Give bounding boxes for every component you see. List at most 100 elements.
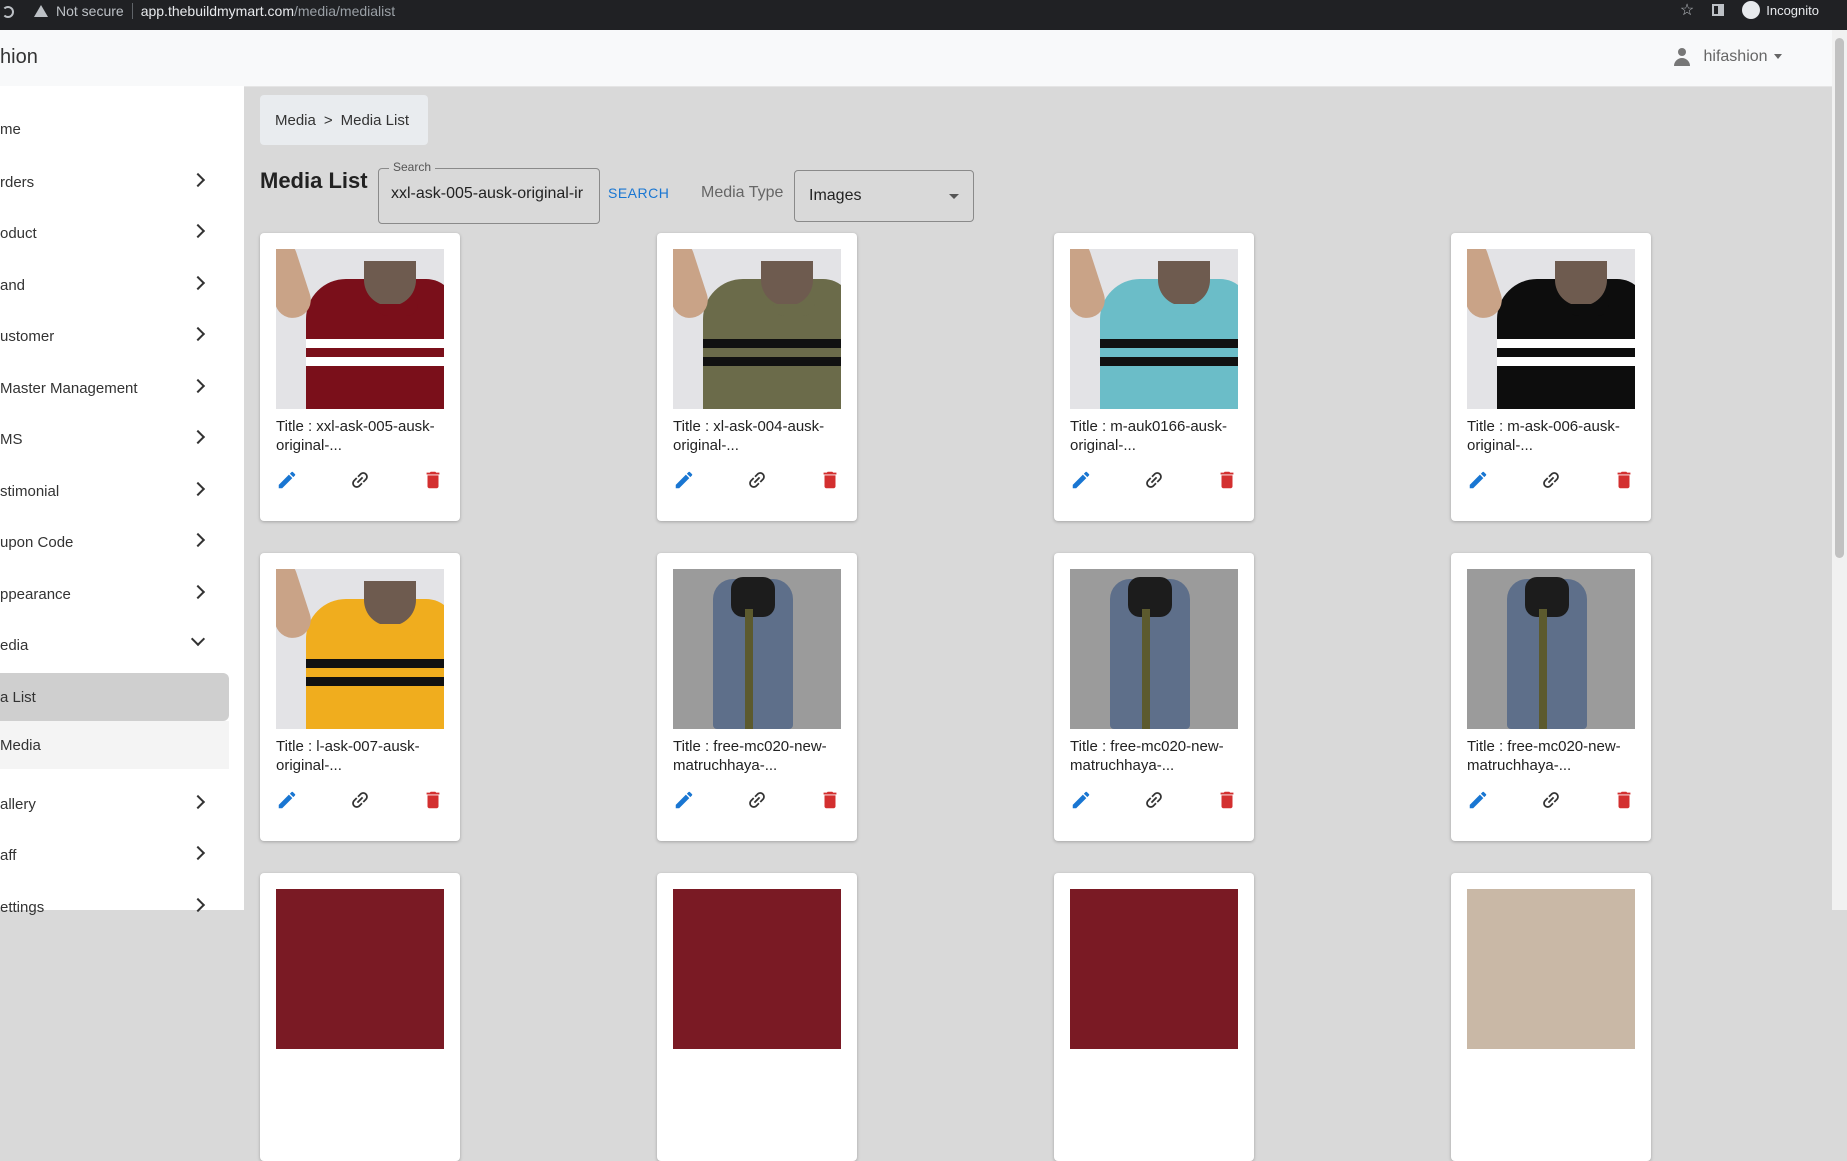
sidebar-item-master-management[interactable]: Master Management	[0, 363, 229, 413]
media-thumbnail[interactable]	[1467, 569, 1635, 729]
media-title: Title : xl-ask-004-ausk-original-...	[673, 418, 825, 454]
trash-icon[interactable]	[422, 469, 444, 496]
chevron-right-icon	[190, 223, 206, 239]
scrollbar-thumb[interactable]	[1835, 38, 1844, 558]
media-thumbnail[interactable]	[673, 889, 841, 1049]
edit-icon[interactable]	[1070, 469, 1092, 496]
media-thumbnail[interactable]	[1070, 569, 1238, 729]
link-icon[interactable]	[349, 789, 371, 816]
media-thumbnail[interactable]	[673, 569, 841, 729]
edit-icon[interactable]	[276, 469, 298, 496]
sidebar-subitem-media-list[interactable]: a List	[0, 673, 229, 721]
media-thumbnail[interactable]	[673, 249, 841, 409]
sidebar-item-settings[interactable]: ettings	[0, 882, 229, 932]
media-card: Title : xxl-ask-005-ausk-original-...	[260, 233, 460, 521]
sidebar-item-label: MS	[0, 430, 23, 448]
sidebar-item-label: me	[0, 120, 21, 138]
breadcrumb-current: Media List	[340, 111, 409, 129]
link-icon[interactable]	[746, 789, 768, 816]
search-button[interactable]: SEARCH	[608, 185, 669, 201]
media-thumbnail[interactable]	[1070, 889, 1238, 1049]
sidebar-item-orders[interactable]: rders	[0, 157, 229, 207]
reload-icon[interactable]	[2, 6, 14, 18]
media-card: Title : m-auk0166-ausk-original-...	[1054, 233, 1254, 521]
user-menu[interactable]: hifashion	[1673, 48, 1782, 66]
link-icon[interactable]	[1143, 469, 1165, 496]
bookmark-star-icon[interactable]: ☆	[1680, 0, 1694, 20]
chevron-right-icon	[190, 532, 206, 548]
media-card: Title : l-ask-007-ausk-original-...	[260, 553, 460, 841]
media-type-select[interactable]: Images	[794, 170, 974, 222]
chevron-right-icon	[190, 326, 206, 342]
chevron-right-icon	[190, 429, 206, 445]
sidebar-item-appearance[interactable]: ppearance	[0, 569, 229, 619]
incognito-indicator[interactable]: Incognito	[1742, 1, 1819, 19]
edit-icon[interactable]	[673, 789, 695, 816]
search-input[interactable]	[391, 185, 587, 203]
media-thumbnail[interactable]	[276, 889, 444, 1049]
sidebar-item-label: and	[0, 276, 26, 294]
link-icon[interactable]	[746, 469, 768, 496]
edit-icon[interactable]	[1467, 469, 1489, 496]
edit-icon[interactable]	[1070, 789, 1092, 816]
media-card: Title : free-mc020-new-matruchhaya-...	[657, 553, 857, 841]
trash-icon[interactable]	[819, 469, 841, 496]
trash-icon[interactable]	[1216, 469, 1238, 496]
trash-icon[interactable]	[1613, 789, 1635, 816]
link-icon[interactable]	[1540, 469, 1562, 496]
sidebar-item-customer[interactable]: ustomer	[0, 311, 229, 361]
media-thumbnail[interactable]	[1467, 249, 1635, 409]
media-type-label: Media Type	[701, 184, 784, 201]
sidebar-subitem-add-media[interactable]: Media	[0, 721, 229, 769]
media-title: Title : m-auk0166-ausk-original-...	[1070, 418, 1228, 454]
sidebar-item-home[interactable]: me	[0, 104, 229, 154]
media-thumbnail[interactable]	[276, 569, 444, 729]
link-icon[interactable]	[1143, 789, 1165, 816]
edit-icon[interactable]	[673, 469, 695, 496]
media-type-value: Images	[809, 187, 862, 204]
search-label: Search	[389, 160, 436, 174]
sidebar-item-label: upon Code	[0, 533, 74, 551]
media-card	[657, 873, 857, 1161]
browser-toolbar: Not secure app.thebuildmymart.com /media…	[0, 0, 1847, 30]
sidebar-item-brand[interactable]: and	[0, 260, 229, 310]
trash-icon[interactable]	[422, 789, 444, 816]
trash-icon[interactable]	[1613, 469, 1635, 496]
trash-icon[interactable]	[819, 789, 841, 816]
brand-name[interactable]: hion	[0, 46, 38, 69]
link-icon[interactable]	[1540, 789, 1562, 816]
username: hifashion	[1703, 48, 1768, 65]
link-icon[interactable]	[349, 469, 371, 496]
sidebar-item-label: Master Management	[0, 379, 138, 397]
sidebar-item-media[interactable]: edia	[0, 620, 229, 670]
chevron-right-icon	[190, 275, 206, 291]
sidebar-item-coupon-code[interactable]: upon Code	[0, 517, 229, 567]
page-scrollbar[interactable]	[1832, 30, 1847, 910]
sidebar-item-label: allery	[0, 795, 36, 813]
media-thumbnail[interactable]	[1467, 889, 1635, 1049]
url-path: /media/medialist	[294, 3, 396, 19]
search-field[interactable]: Search	[378, 160, 600, 224]
edit-icon[interactable]	[1467, 789, 1489, 816]
breadcrumb-separator: >	[323, 111, 333, 129]
media-thumbnail[interactable]	[276, 249, 444, 409]
media-thumbnail[interactable]	[1070, 249, 1238, 409]
sidebar-item-cms[interactable]: MS	[0, 414, 229, 464]
chevron-right-icon	[190, 481, 206, 497]
breadcrumb-root[interactable]: Media	[275, 112, 316, 129]
media-title: Title : free-mc020-new-matruchhaya-...	[1070, 738, 1224, 774]
media-card	[260, 873, 460, 1161]
chevron-down-icon	[190, 631, 206, 647]
media-card: Title : m-ask-006-ausk-original-...	[1451, 233, 1651, 521]
edit-icon[interactable]	[276, 789, 298, 816]
side-panel-icon[interactable]	[1712, 4, 1725, 16]
sidebar-item-product[interactable]: oduct	[0, 208, 229, 258]
sidebar-item-gallery[interactable]: allery	[0, 779, 229, 829]
address-bar[interactable]: Not secure app.thebuildmymart.com /media…	[34, 0, 395, 22]
sidebar-item-testimonial[interactable]: stimonial	[0, 466, 229, 516]
media-title: Title : l-ask-007-ausk-original-...	[276, 738, 420, 774]
trash-icon[interactable]	[1216, 789, 1238, 816]
sidebar-item-label: ettings	[0, 898, 45, 916]
sidebar-item-label: edia	[0, 636, 29, 654]
sidebar-item-staff[interactable]: aff	[0, 830, 229, 880]
